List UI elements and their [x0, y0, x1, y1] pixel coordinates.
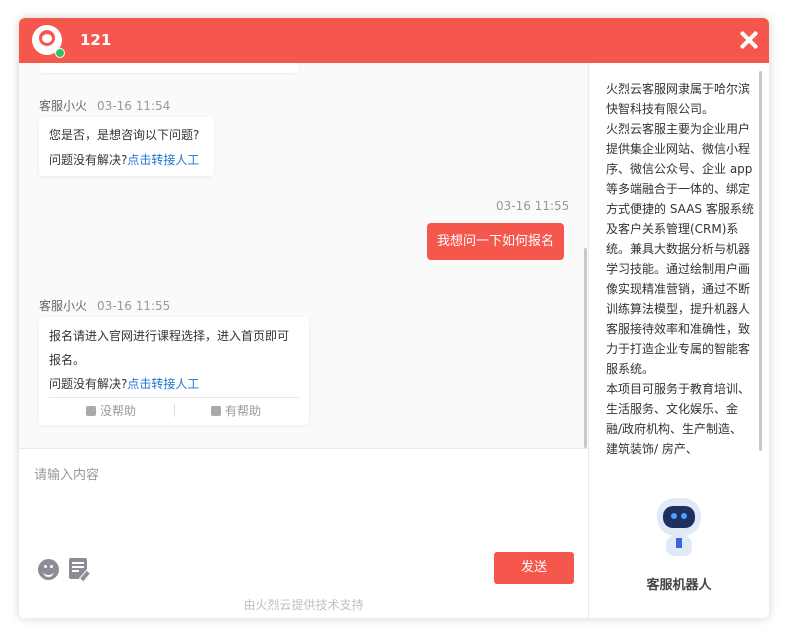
- message-input-area[interactable]: 请输入内容 发送 由火烈云提供技术支持: [19, 448, 588, 618]
- helpful-button[interactable]: 有帮助: [211, 402, 261, 419]
- unhelpful-button[interactable]: 没帮助: [86, 402, 136, 419]
- thumbs-down-icon: [86, 406, 96, 416]
- message-meta: 客服小火 03-16 11:54: [39, 97, 170, 114]
- robot-label: 客服机器人: [646, 578, 712, 593]
- message-meta: 客服小火 03-16 11:55: [39, 297, 170, 314]
- robot-eye: [671, 513, 677, 519]
- message-time: 03-16 11:54: [97, 99, 171, 113]
- helpful-label: 有帮助: [225, 404, 262, 418]
- unresolved-prompt: 问题没有解决?: [49, 377, 128, 391]
- message-text: 问题没有解决?点击转接人工: [49, 375, 199, 392]
- sender-name: 客服小火: [39, 299, 88, 313]
- emoji-icon[interactable]: [38, 559, 59, 580]
- online-status-icon: [55, 48, 65, 58]
- message-list[interactable]: 客服小火 03-16 11:54 您是否，是想咨询以下问题? 问题没有解决?点击转…: [19, 63, 588, 448]
- divider: [174, 404, 175, 417]
- note-icon[interactable]: [69, 558, 92, 583]
- agent-message-bubble: 您是否，是想咨询以下问题? 问题没有解决?点击转接人工: [39, 117, 214, 176]
- intro-paragraph: 火烈云客服网隶属于哈尔滨快智科技有限公司。: [606, 82, 751, 116]
- unhelpful-label: 没帮助: [100, 404, 137, 418]
- sender-name: 客服小火: [39, 99, 88, 113]
- user-message-bubble: 我想问一下如何报名: [427, 223, 564, 260]
- message-input[interactable]: 请输入内容: [34, 464, 99, 483]
- divider: [49, 397, 299, 398]
- thumbs-up-icon: [211, 406, 221, 416]
- sidebar-scrollbar[interactable]: [759, 71, 762, 451]
- window-title: 121: [80, 31, 112, 49]
- message-text: 问题没有解决?点击转接人工: [49, 151, 199, 168]
- message-time: 03-16 11:55: [496, 199, 570, 213]
- powered-by-footer: 由火烈云提供技术支持: [243, 598, 364, 612]
- info-sidebar: 火烈云客服网隶属于哈尔滨快智科技有限公司。 火烈云客服主要为企业用户提供集企业网…: [588, 63, 769, 618]
- header-bar: 121: [19, 18, 769, 63]
- company-intro: 火烈云客服网隶属于哈尔滨快智科技有限公司。 火烈云客服主要为企业用户提供集企业网…: [606, 79, 754, 479]
- agent-message-bubble: 报名请进入官网进行课程选择，进入首页即可 报名。 问题没有解决?点击转接人工 没…: [39, 317, 309, 425]
- unresolved-prompt: 问题没有解决?: [49, 153, 128, 167]
- chat-window: 121 客服小火 03-16 11:54 您是否，是想咨询以下问题? 问题没有解决…: [19, 18, 769, 618]
- message-text: 报名请进入官网进行课程选择，进入首页即可: [49, 329, 290, 343]
- previous-message-bubble: [39, 63, 299, 73]
- intro-paragraph: 本项目可服务于教育培训、生活服务、文化娱乐、金融/政府机构、生产制造、建筑装饰/…: [606, 382, 751, 456]
- transfer-to-human-link[interactable]: 点击转接人工: [127, 377, 199, 391]
- robot-eye: [681, 513, 687, 519]
- message-text: 您是否，是想咨询以下问题?: [49, 128, 200, 142]
- robot-tie: [676, 538, 682, 548]
- message-time: 03-16 11:55: [97, 299, 171, 313]
- send-button[interactable]: 发送: [494, 552, 574, 584]
- message-text: 报名。: [49, 353, 86, 367]
- close-icon[interactable]: [737, 28, 761, 52]
- robot-visor: [663, 506, 695, 528]
- transfer-to-human-link[interactable]: 点击转接人工: [127, 153, 199, 167]
- intro-paragraph: 火烈云客服主要为企业用户提供集企业网站、微信小程序、微信公众号、企业 app 等…: [606, 122, 754, 376]
- robot-card: 客服机器人: [619, 486, 739, 604]
- chat-scrollbar[interactable]: [584, 248, 587, 448]
